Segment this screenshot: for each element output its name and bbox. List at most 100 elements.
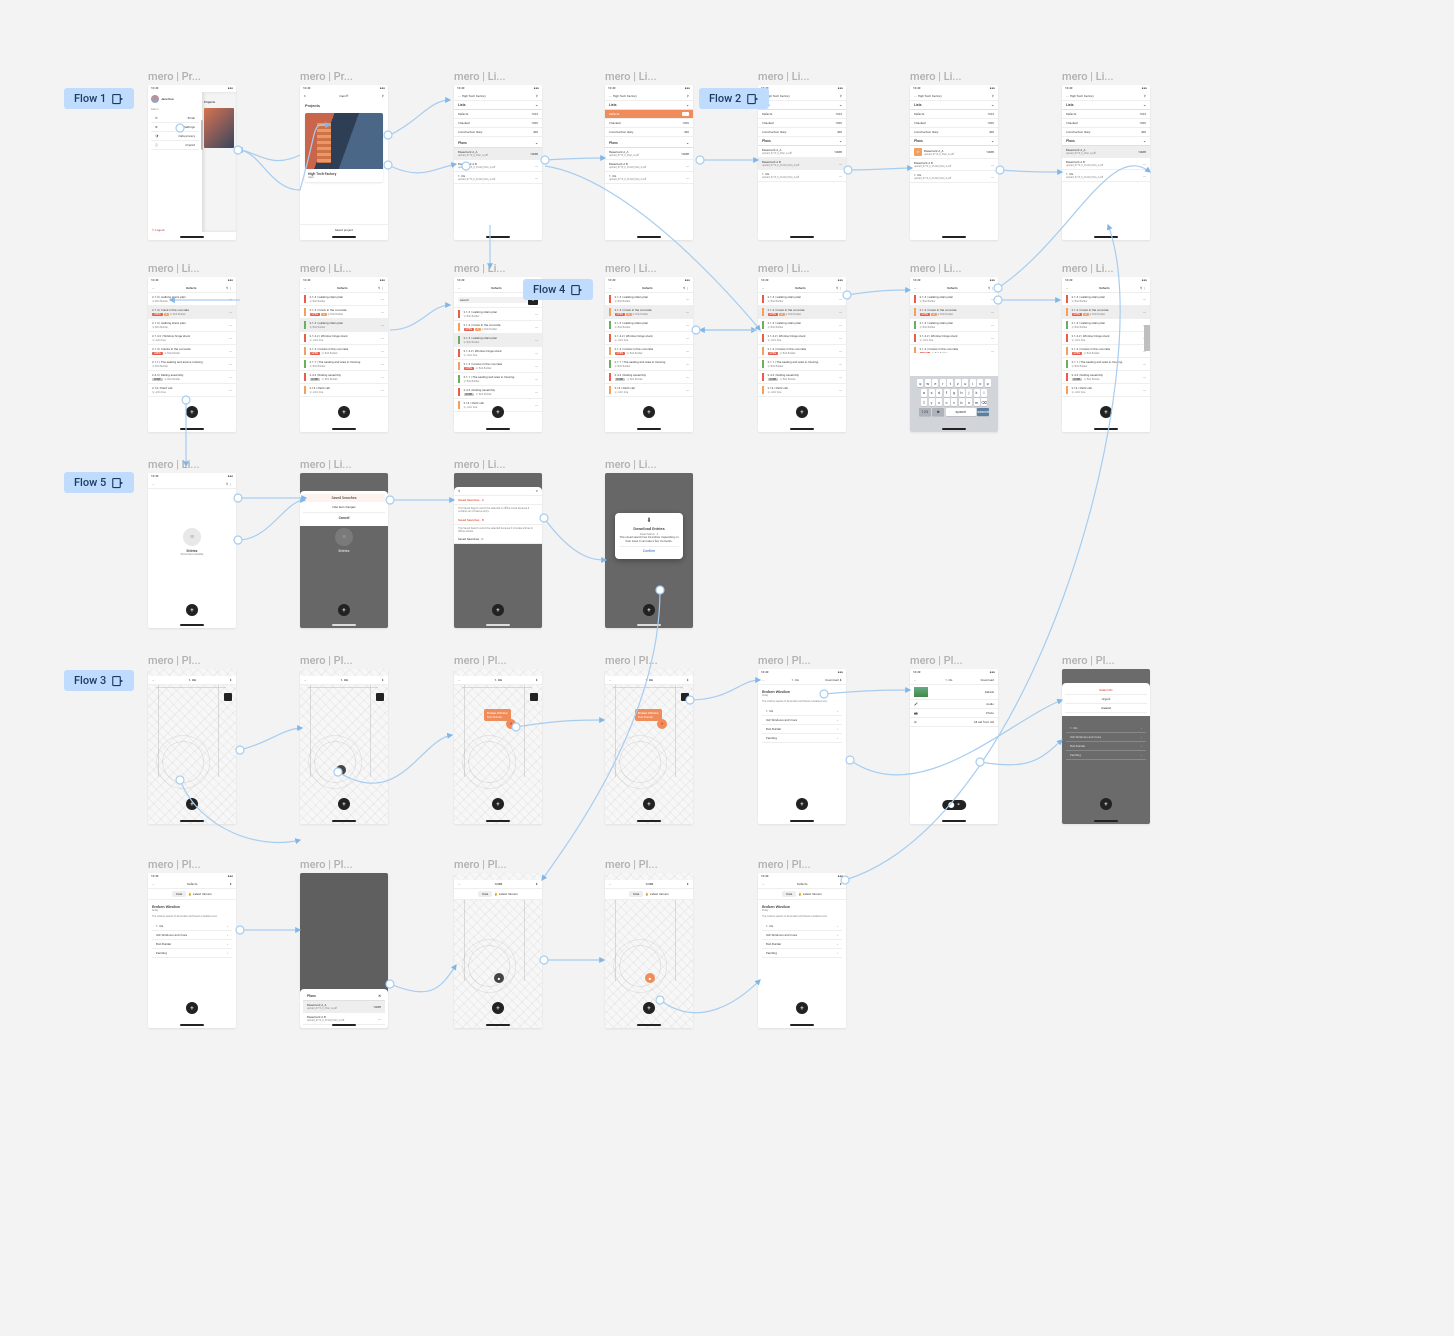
- defect-row[interactable]: 2.4.3 | Railing assemblyDONE ⦿ Bob Build…: [300, 371, 388, 384]
- filter-icon[interactable]: ⋮: [686, 286, 689, 290]
- map-pin[interactable]: ■: [645, 973, 655, 983]
- fab-add[interactable]: +: [186, 406, 198, 418]
- screen-plan-row5[interactable]: 10:49●●●←Defects⬇ Date🔒 Latest Version B…: [758, 873, 846, 1028]
- screen-defects-list[interactable]: 10:49●●● ← Defects⚲ ⋮ 2.1.3 | walking st…: [148, 277, 236, 432]
- defect-row[interactable]: 2.1.4.2 | Window hinge stuck ⦿ John Doe⋯: [454, 347, 542, 360]
- defect-row[interactable]: 2.1.4 | Crack in the concreteOPENA ⦿ Bob…: [454, 321, 542, 334]
- keyboard[interactable]: qwertzuiopasdfghjkl⇧yxcvbnm⌫ 123☻spacese…: [910, 376, 998, 432]
- back-button[interactable]: ←: [458, 678, 461, 682]
- hamburger-icon[interactable]: ≡: [304, 94, 306, 98]
- defect-row[interactable]: 2.1.4 | Cracks in the concreteOPEN ⦿ Bob…: [1062, 345, 1150, 358]
- screen-lists-2[interactable]: 10:49●●● ← High Tech Factory⚲ Lists⌄ Def…: [758, 85, 846, 240]
- latest-version-button[interactable]: 🔒 Latest Version: [798, 892, 822, 896]
- back-button[interactable]: ←: [152, 482, 155, 486]
- defect-row[interactable]: 2.14 | Paint call ⦿ John Doe⋯: [758, 384, 846, 397]
- layers-icon[interactable]: [224, 693, 232, 701]
- layers-icon[interactable]: [530, 693, 538, 701]
- map-pin[interactable]: 📍: [336, 765, 346, 775]
- menu-item-data-privacy[interactable]: 🛡Data privacy: [151, 132, 199, 141]
- filter-icon[interactable]: ⚲ ⋮: [226, 482, 232, 486]
- back-button[interactable]: ←: [609, 286, 612, 290]
- back-button[interactable]: ←: [914, 286, 917, 290]
- search-icon[interactable]: ⚲: [382, 94, 384, 98]
- defect-row[interactable]: 2.4.3 | Railing assemblyDONE ⦿ Bob Build…: [454, 386, 542, 399]
- confirm-button[interactable]: Confirm: [619, 546, 679, 555]
- back-button[interactable]: ←: [762, 678, 765, 682]
- latest-version-button[interactable]: 🔒 Latest Version: [188, 892, 212, 896]
- flow-badge-4[interactable]: Flow 4: [523, 279, 593, 300]
- defect-row[interactable]: 2.1.4.2 | Window hinge stuck ⦿ John Doe⋯: [910, 332, 998, 345]
- list-row-defects-active[interactable]: Defects⬚: [605, 110, 693, 119]
- defect-row[interactable]: 2.1.3 | walking stairs plan ⦿ Bob Builde…: [910, 319, 998, 332]
- cancel-button[interactable]: Cancel: [303, 512, 385, 523]
- saved-search-a[interactable]: Saved Searches · A: [454, 496, 542, 505]
- screen-lists-3[interactable]: 10:49●●● ← High Tech Factory⚲ Lists⌄ Def…: [1062, 85, 1150, 240]
- attach-photo[interactable]: 📷Photo: [910, 709, 998, 718]
- back-button[interactable]: ←: [1066, 286, 1069, 290]
- plan-row-b[interactable]: Basement A Bupload_0719_b_PLAN_Plan_2.pd…: [454, 160, 542, 172]
- defect-row[interactable]: 2.1.4 | Crack in the concreteOPENA ⦿ Bob…: [1062, 306, 1150, 319]
- flow-badge-3[interactable]: Flow 3: [64, 670, 134, 691]
- defect-row[interactable]: 2.4.3 | Railing assemblyDONE ⦿ Bob Build…: [1062, 371, 1150, 384]
- attach-from-list[interactable]: ⊞All set from list: [910, 718, 998, 727]
- list-row-checked[interactable]: Checked1309: [454, 119, 542, 128]
- pin-tooltip[interactable]: Broken WindowBob Builder: [635, 709, 662, 721]
- defect-row[interactable]: 2.1.4 | Cracks in the concreteOPEN ⦿ Bob…: [148, 345, 236, 358]
- defect-row[interactable]: 2.1.3 | walking stairs plan ⦿ Bob Builde…: [605, 319, 693, 332]
- saved-search-b[interactable]: Saved Searches · B: [454, 516, 542, 525]
- close-icon[interactable]: ✕: [378, 994, 381, 998]
- screen-saved-searches-sheet[interactable]: ≡ Entries Saved Searches hide last chang…: [300, 473, 388, 628]
- filter-icon[interactable]: ⋮: [381, 286, 384, 290]
- defect-row[interactable]: 2.1.4 | Cracks in the concreteOPEN ⦿ Bob…: [758, 345, 846, 358]
- defect-row[interactable]: 2.1.4 | Crack in the concreteOPENA ⦿ Bob…: [758, 306, 846, 319]
- fab-add[interactable]: +: [338, 798, 350, 810]
- screen-defects-list[interactable]: 10:49●●● ← Defects⚲ ⋮ 2.1.3 | walking st…: [605, 277, 693, 432]
- screen-plan-row5[interactable]: 10:49●●●←Defects⬇ Date🔒 Latest Version B…: [148, 873, 236, 1028]
- defect-row[interactable]: 2.1.3 | walking stairs plan ⦿ Bob Builde…: [148, 319, 236, 332]
- defect-row[interactable]: 2.1.3 | walking stairs plan ⦿ Bob Builde…: [454, 334, 542, 347]
- defect-row[interactable]: 2.4.3 | Railing assemblyDONE ⦿ Bob Build…: [758, 371, 846, 384]
- fab-add[interactable]: +: [1100, 406, 1112, 418]
- fab-add[interactable]: +: [186, 798, 198, 810]
- flow-badge-2[interactable]: Flow 2: [699, 88, 769, 109]
- menu-item-settings[interactable]: ⚙Settings: [151, 123, 199, 132]
- plan-row-a[interactable]: Basement A_Aupload_0719_b_Plan_A.pdf10MB: [303, 1001, 385, 1013]
- search-input[interactable]: search: [458, 297, 528, 303]
- search-icon[interactable]: ⚲: [226, 286, 228, 290]
- search-icon[interactable]: ⚲: [1140, 286, 1142, 290]
- attach-audio[interactable]: 🎤Audio: [910, 700, 998, 709]
- back-button[interactable]: ←: [152, 678, 155, 682]
- screen-defects-list[interactable]: 10:49●●● ← Defects⚲ ⋮ search≣ 2.1.3 | wa…: [454, 277, 542, 432]
- defect-row[interactable]: 2.1.4 | Crack in the concreteOPENA ⦿ Bob…: [148, 306, 236, 319]
- defect-row[interactable]: 2.1.1 | The sealing and area is missing …: [148, 358, 236, 371]
- field-assignee[interactable]: IGK Windows and more›: [762, 716, 842, 725]
- screen-plan-row5[interactable]: 10:49●●● ←1/200⬇ Date🔒 Latest Version ■ …: [605, 873, 693, 1028]
- project-card-image[interactable]: [305, 113, 383, 169]
- layers-icon[interactable]: [376, 693, 384, 701]
- attach-thumbnail[interactable]: Details: [910, 685, 998, 700]
- screen-projects[interactable]: 10:49●●● ≡mero®⚲ Projects High Tech Fact…: [300, 85, 388, 240]
- defect-row[interactable]: 2.1.1 | The sealing and area is missing …: [454, 373, 542, 386]
- screen-menu-drawer[interactable]: 10:49●●● Jane Doe Menu ✉Email ⚙Settings …: [148, 85, 236, 240]
- toggle-pill[interactable]: ⊕: [942, 800, 966, 810]
- back-button[interactable]: ← High Tech Factory: [609, 94, 637, 98]
- tab-date[interactable]: Date: [172, 891, 186, 897]
- screen-plan-row5[interactable]: 10:49●●● ←1/200⬇ Date🔒 Latest Version ■ …: [454, 873, 542, 1028]
- picker-urgent[interactable]: Urgent: [1065, 695, 1147, 704]
- defect-row[interactable]: 2.1.3 | walking stairs plan ⦿ Bob Builde…: [300, 319, 388, 332]
- map-pin[interactable]: ■: [494, 973, 504, 983]
- defect-row[interactable]: 2.1.1 | The sealing and area is missing …: [605, 358, 693, 371]
- fab-add[interactable]: +: [492, 798, 504, 810]
- list-row-diary[interactable]: Construction diary400: [454, 128, 542, 137]
- filter-icon[interactable]: ⋮: [229, 286, 232, 290]
- defect-row[interactable]: 2.1.4.2 | Window hinge stuck ⦿ John Doe⋯: [300, 332, 388, 345]
- back-button[interactable]: ←: [458, 286, 461, 290]
- chevron-down-icon[interactable]: ⌄: [535, 141, 538, 145]
- fab-add[interactable]: +: [186, 604, 198, 616]
- defect-row[interactable]: 2.1.4.2 | Window hinge stuck ⦿ John Doe⋯: [605, 332, 693, 345]
- menu-item-email[interactable]: ✉Email: [151, 114, 199, 123]
- defect-row[interactable]: 2.1.1 | The sealing and area is missing …: [300, 358, 388, 371]
- defect-row[interactable]: 2.1.4.2 | Window hinge stuck ⦿ John Doe⋯: [758, 332, 846, 345]
- back-button[interactable]: ←: [304, 678, 307, 682]
- defect-row[interactable]: 2.1.3 | walking stairs plan ⦿ Bob Builde…: [1062, 319, 1150, 332]
